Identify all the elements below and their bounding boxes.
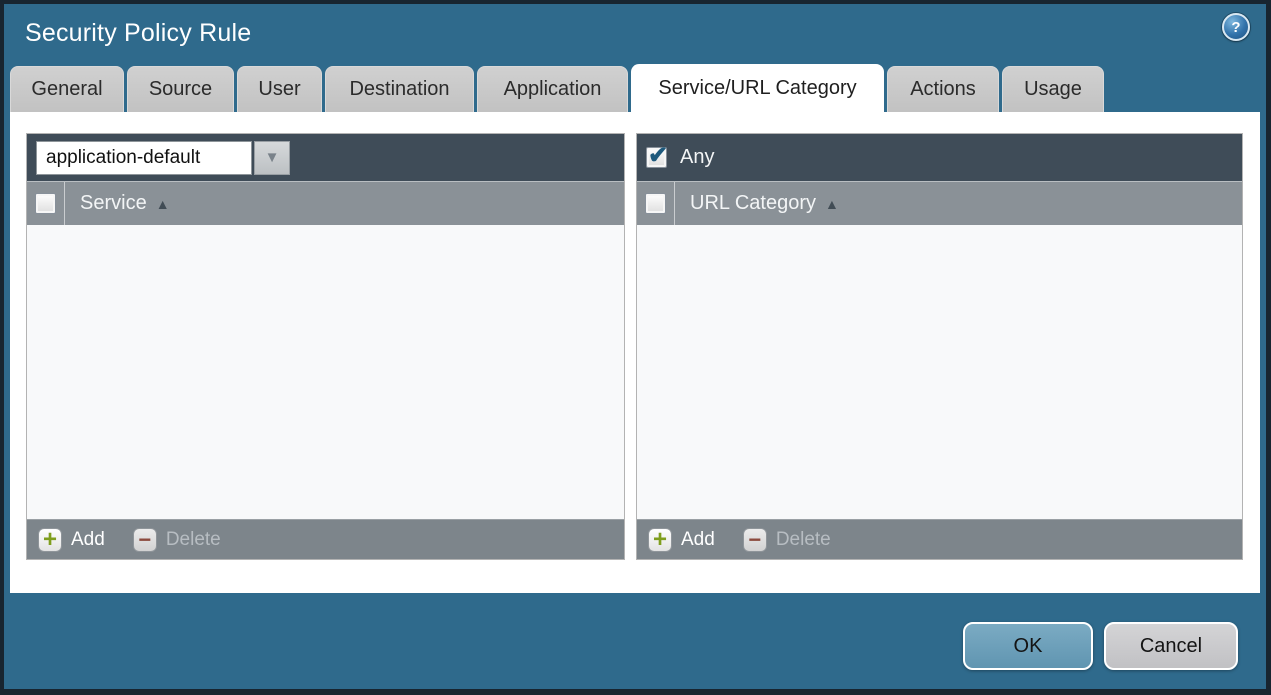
add-plus-icon: + <box>648 527 672 552</box>
cancel-button[interactable]: Cancel <box>1104 622 1238 670</box>
help-icon[interactable]: ? <box>1222 13 1250 41</box>
service-toolbar: ▼ <box>27 134 624 181</box>
tab-service-url-category[interactable]: Service/URL Category <box>631 64 884 112</box>
service-panel: ▼ ✔ Service ▲ + Add − <box>26 133 625 560</box>
chevron-down-icon: ▼ <box>264 149 280 166</box>
service-add-label: Add <box>71 528 105 550</box>
tab-application[interactable]: Application <box>477 66 628 112</box>
sort-asc-icon[interactable]: ▲ <box>156 196 170 212</box>
service-type-dropdown-button[interactable]: ▼ <box>254 140 290 175</box>
ok-button[interactable]: OK <box>963 622 1093 670</box>
sort-asc-icon[interactable]: ▲ <box>825 196 839 212</box>
service-delete-label: Delete <box>165 528 221 550</box>
url-category-add-button[interactable]: + Add <box>648 527 715 552</box>
service-add-button[interactable]: + Add <box>38 527 105 552</box>
service-delete-button[interactable]: − Delete <box>132 527 221 552</box>
tab-user[interactable]: User <box>237 66 322 112</box>
url-category-delete-button[interactable]: − Delete <box>742 527 831 552</box>
service-table-header: ✔ Service ▲ <box>27 181 624 225</box>
delete-minus-icon: − <box>132 527 157 552</box>
tab-bar: General Source User Destination Applicat… <box>10 64 1104 112</box>
security-policy-rule-dialog: Security Policy Rule ? General Source Us… <box>4 4 1266 689</box>
url-category-delete-label: Delete <box>775 528 831 550</box>
tab-actions[interactable]: Actions <box>887 66 999 112</box>
service-select-all-checkbox[interactable]: ✔ <box>35 193 56 214</box>
tab-destination[interactable]: Destination <box>325 66 474 112</box>
url-category-select-all-checkbox[interactable]: ✔ <box>645 193 666 214</box>
delete-minus-icon: − <box>742 527 767 552</box>
help-glyph: ? <box>1231 18 1241 36</box>
service-type-input[interactable] <box>36 140 252 175</box>
add-plus-icon: + <box>38 527 62 552</box>
tab-usage[interactable]: Usage <box>1002 66 1104 112</box>
tab-general[interactable]: General <box>10 66 124 112</box>
tab-content-area: ▼ ✔ Service ▲ + Add − <box>10 112 1260 593</box>
service-column-header[interactable]: Service <box>65 192 147 215</box>
dialog-title: Security Policy Rule <box>25 19 252 47</box>
any-checkbox[interactable]: ✔ <box>646 142 668 169</box>
url-category-add-label: Add <box>681 528 715 550</box>
url-category-toolbar: ✔ Any <box>637 134 1242 181</box>
tab-source[interactable]: Source <box>127 66 234 112</box>
dialog-titlebar: Security Policy Rule ? <box>4 4 1266 62</box>
url-category-list-body[interactable] <box>637 225 1242 519</box>
url-category-panel: ✔ Any ✔ URL Category ▲ + Add <box>636 133 1243 560</box>
check-icon: ✔ <box>648 142 669 169</box>
service-panel-footer: + Add − Delete <box>27 519 624 559</box>
any-label: Any <box>680 146 715 168</box>
service-list-body[interactable] <box>27 225 624 519</box>
url-category-table-header: ✔ URL Category ▲ <box>637 181 1242 225</box>
url-category-panel-footer: + Add − Delete <box>637 519 1242 559</box>
url-category-column-header[interactable]: URL Category <box>675 192 816 215</box>
